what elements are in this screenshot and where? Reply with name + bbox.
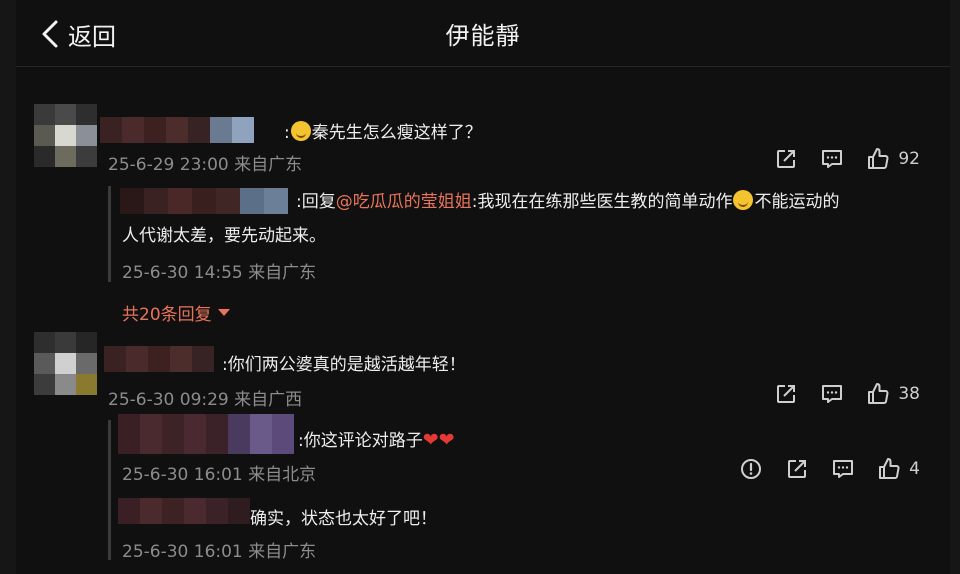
avatar[interactable] (34, 104, 98, 168)
reply-meta: 25-6-30 16:01 来自广东 (122, 542, 317, 562)
username-blurred[interactable] (118, 498, 250, 524)
comment-icon (822, 385, 843, 403)
reply-thread-line (108, 420, 111, 560)
like-button[interactable]: 92 (866, 147, 920, 171)
like-count: 92 (898, 149, 920, 169)
comment-text: :你们两公婆真的是越活越年轻！ (222, 355, 466, 375)
caret-down-icon (217, 309, 230, 316)
share-icon (777, 150, 796, 168)
username-blurred[interactable] (118, 414, 294, 454)
laugh-emoji-icon (733, 190, 754, 210)
grin-emoji-icon (290, 121, 311, 141)
reply-text-line2: 人代谢太差，要先动起来。 (122, 226, 326, 246)
username-blurred[interactable] (100, 117, 254, 143)
share-icon (788, 460, 807, 478)
reply-meta: 25-6-30 16:01 来自北京 (122, 465, 317, 485)
heart-emoji-icon: ❤❤ (422, 429, 455, 451)
reply-thread-line (108, 186, 111, 282)
like-button[interactable]: 38 (866, 382, 920, 406)
more-replies-link[interactable]: 共20条回复 (122, 300, 230, 325)
thumbs-up-icon (868, 148, 889, 169)
comment-actions: 38 (752, 382, 920, 406)
page-title: 伊能靜 (445, 22, 521, 50)
comment-actions: 92 (752, 147, 920, 171)
username-blurred[interactable] (120, 188, 288, 214)
thumbs-up-icon (868, 383, 889, 404)
like-count: 38 (898, 384, 920, 404)
share-button[interactable] (774, 147, 798, 171)
mention-link[interactable]: @吃瓜瓜的莹姐姐 (336, 192, 472, 212)
share-button[interactable] (774, 382, 798, 406)
comment-icon (833, 460, 854, 478)
report-button[interactable] (739, 457, 763, 481)
screen-frame (16, 0, 950, 574)
avatar[interactable] (34, 332, 98, 396)
like-count: 4 (909, 459, 920, 479)
reply-button[interactable] (820, 147, 844, 171)
reply-text: 确实，状态也太好了吧！ (250, 509, 437, 529)
comment-meta: 25-6-30 09:29 来自广西 (108, 390, 303, 410)
reply-text: :回复@吃瓜瓜的莹姐姐:我现在在练那些医生教的简单动作 不能运动的 (296, 190, 840, 212)
share-icon (777, 385, 796, 403)
report-icon (741, 459, 762, 479)
comment-icon (822, 150, 843, 168)
username-blurred[interactable] (104, 346, 214, 372)
top-bar: 返回 伊能靜 (16, 0, 950, 67)
reply-actions: 4 (717, 457, 920, 481)
reply-button[interactable] (820, 382, 844, 406)
reply-text: :你这评论对路子❤❤ (298, 429, 455, 451)
comment-text: : 秦先生怎么瘦这样了？ (284, 121, 482, 143)
comment-meta: 25-6-29 23:00 来自广东 (108, 155, 303, 175)
like-button[interactable]: 4 (877, 457, 920, 481)
share-button[interactable] (785, 457, 809, 481)
thumbs-up-icon (879, 458, 900, 479)
reply-button[interactable] (831, 457, 855, 481)
reply-meta: 25-6-30 14:55 来自广东 (122, 263, 317, 283)
